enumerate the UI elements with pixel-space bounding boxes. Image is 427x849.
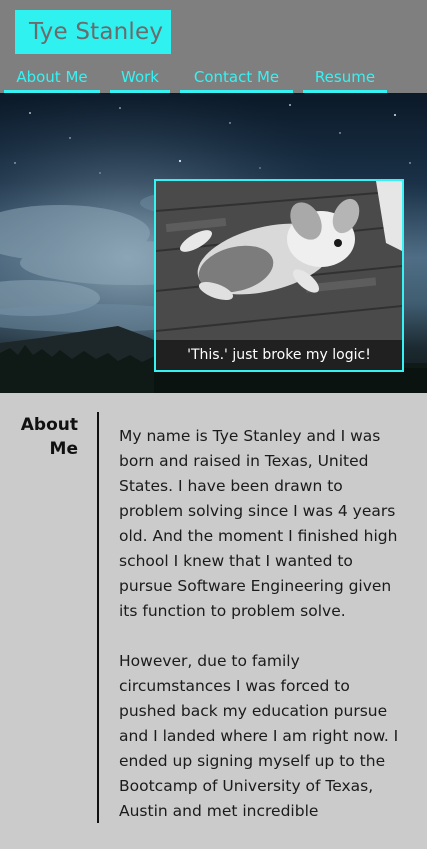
site-title[interactable]: Tye Stanley [15, 10, 171, 54]
nav-link-resume[interactable]: Resume [303, 66, 387, 93]
main-nav: About Me Work Contact Me Resume [0, 66, 427, 93]
nav-link-work[interactable]: Work [110, 66, 170, 93]
hero-banner: 'This.' just broke my logic! [0, 93, 427, 393]
about-paragraph: My name is Tye Stanley and I was born an… [119, 427, 398, 620]
site-header: Tye Stanley About Me Work Contact Me Res… [0, 0, 427, 93]
about-text: My name is Tye Stanley and I was born an… [119, 424, 409, 849]
featured-photo-card[interactable]: 'This.' just broke my logic! [154, 179, 404, 372]
corgi-puppy-photo [156, 181, 402, 341]
about-section: About Me My name is Tye Stanley and I wa… [0, 393, 427, 823]
nav-link-about-me[interactable]: About Me [4, 66, 100, 93]
section-divider [97, 412, 99, 823]
about-heading: About Me [20, 415, 78, 459]
photo-caption: 'This.' just broke my logic! [156, 340, 402, 370]
about-paragraph: However, due to family circumstances I w… [119, 652, 399, 820]
nav-link-contact-me[interactable]: Contact Me [180, 66, 293, 93]
